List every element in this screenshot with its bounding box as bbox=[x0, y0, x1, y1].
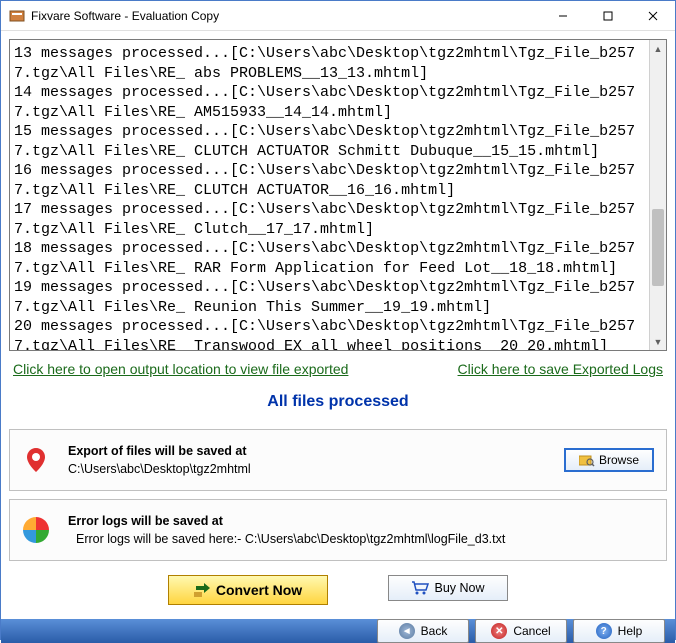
back-label: Back bbox=[421, 624, 448, 638]
pie-chart-icon bbox=[22, 516, 50, 544]
convert-label: Convert Now bbox=[216, 582, 302, 598]
help-question-icon: ? bbox=[596, 623, 612, 639]
app-window: Fixvare Software - Evaluation Copy 13 me… bbox=[0, 0, 676, 640]
open-output-link[interactable]: Click here to open output location to vi… bbox=[13, 361, 348, 377]
cancel-x-icon: ✕ bbox=[491, 623, 507, 639]
app-icon bbox=[9, 8, 25, 24]
error-log-value: Error logs will be saved here:- C:\Users… bbox=[68, 532, 654, 546]
folder-search-icon bbox=[579, 453, 595, 467]
close-button[interactable] bbox=[630, 1, 675, 30]
browse-button[interactable]: Browse bbox=[564, 448, 654, 472]
save-logs-link[interactable]: Click here to save Exported Logs bbox=[458, 361, 663, 377]
error-log-label: Error logs will be saved at bbox=[68, 514, 654, 528]
help-button[interactable]: ? Help bbox=[573, 619, 665, 643]
scroll-thumb[interactable] bbox=[652, 209, 664, 286]
help-label: Help bbox=[618, 624, 643, 638]
buy-button[interactable]: Buy Now bbox=[388, 575, 508, 601]
scroll-down-button[interactable]: ▼ bbox=[650, 333, 666, 350]
cancel-button[interactable]: ✕ Cancel bbox=[475, 619, 567, 643]
export-path-panel: Export of files will be saved at C:\User… bbox=[9, 429, 667, 491]
back-arrow-icon: ◄ bbox=[399, 623, 415, 639]
cart-icon bbox=[411, 581, 429, 595]
error-log-panel: Error logs will be saved at Error logs w… bbox=[9, 499, 667, 561]
content: 13 messages processed...[C:\Users\abc\De… bbox=[1, 31, 675, 619]
log-line: 16 messages processed...[C:\Users\abc\De… bbox=[14, 161, 645, 200]
maximize-button[interactable] bbox=[585, 1, 630, 30]
log-line: 17 messages processed...[C:\Users\abc\De… bbox=[14, 200, 645, 239]
scroll-track[interactable] bbox=[650, 57, 666, 333]
footer: ◄ Back ✕ Cancel ? Help bbox=[1, 619, 675, 643]
minimize-button[interactable] bbox=[540, 1, 585, 30]
action-row: Convert Now Buy Now bbox=[9, 565, 667, 611]
back-button[interactable]: ◄ Back bbox=[377, 619, 469, 643]
log-line: 19 messages processed...[C:\Users\abc\De… bbox=[14, 278, 645, 317]
scroll-up-button[interactable]: ▲ bbox=[650, 40, 666, 57]
log-area[interactable]: 13 messages processed...[C:\Users\abc\De… bbox=[10, 40, 649, 350]
log-wrapper: 13 messages processed...[C:\Users\abc\De… bbox=[9, 39, 667, 351]
browse-label: Browse bbox=[599, 453, 639, 467]
status-text: All files processed bbox=[9, 387, 667, 425]
log-line: 13 messages processed...[C:\Users\abc\De… bbox=[14, 44, 645, 83]
log-line: 14 messages processed...[C:\Users\abc\De… bbox=[14, 83, 645, 122]
location-pin-icon bbox=[22, 446, 50, 474]
export-path-label: Export of files will be saved at bbox=[68, 444, 564, 458]
cancel-label: Cancel bbox=[513, 624, 550, 638]
log-line: 15 messages processed...[C:\Users\abc\De… bbox=[14, 122, 645, 161]
titlebar: Fixvare Software - Evaluation Copy bbox=[1, 1, 675, 31]
buy-label: Buy Now bbox=[434, 581, 484, 595]
log-line: 20 messages processed...[C:\Users\abc\De… bbox=[14, 317, 645, 350]
titlebar-text: Fixvare Software - Evaluation Copy bbox=[31, 9, 540, 23]
scrollbar[interactable]: ▲ ▼ bbox=[649, 40, 666, 350]
log-line: 18 messages processed...[C:\Users\abc\De… bbox=[14, 239, 645, 278]
export-path-value: C:\Users\abc\Desktop\tgz2mhtml bbox=[68, 462, 564, 476]
links-row: Click here to open output location to vi… bbox=[9, 351, 667, 387]
convert-button[interactable]: Convert Now bbox=[168, 575, 328, 605]
convert-icon bbox=[194, 582, 212, 598]
